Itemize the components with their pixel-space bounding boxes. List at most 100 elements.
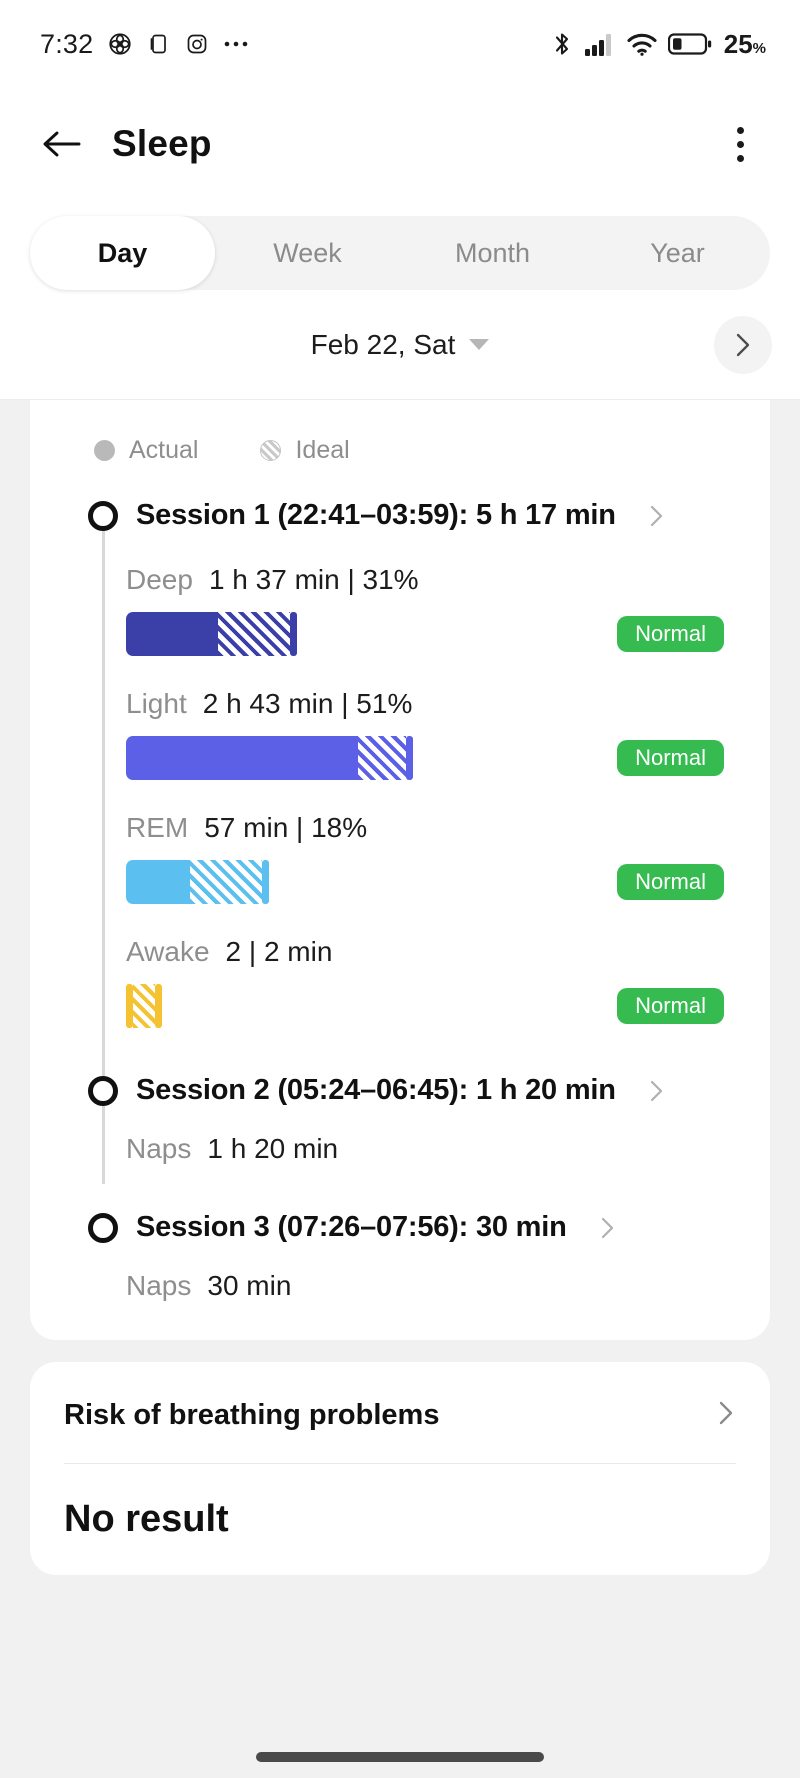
scroll-content[interactable]: Actual Ideal Session 1 (22:41–03:59): 5 … [0,400,800,1575]
period-tabs: Day Week Month Year [30,216,770,290]
stage-bar-light [126,736,413,780]
stage-row-rem: REM 57 min | 18% Normal [94,812,770,904]
sleep-sessions-card: Actual Ideal Session 1 (22:41–03:59): 5 … [30,400,770,1340]
stage-value-deep: 1 h 37 min | 31% [208,564,419,595]
bar-ideal-light [358,736,406,780]
bar-ideal-rem [190,860,262,904]
wifi-icon [626,31,658,57]
status-badge-deep: Normal [617,616,724,652]
stage-name-deep: Deep [126,564,193,595]
stage-value-awake: 2 | 2 min [225,936,333,967]
battery-unit: % [752,39,766,57]
stage-bar-row-awake: Normal [126,984,770,1028]
naps-value-2: 1 h 20 min [207,1133,339,1164]
legend-item-actual: Actual [94,436,198,465]
chevron-right-icon [716,1398,736,1433]
chevron-right-icon [648,1077,666,1105]
status-badge-light: Normal [617,740,724,776]
menu-dot [736,140,744,148]
naps-value-3: 30 min [207,1270,292,1301]
chevron-right-icon [736,333,750,356]
bar-ideal-endcap-rem [262,860,269,904]
bar-actual-deep [126,612,218,656]
tab-day[interactable]: Day [30,216,215,290]
stage-bar-deep [126,612,297,656]
bar-actual-light [126,736,358,780]
chart-legend: Actual Ideal [30,436,770,465]
gesture-bar[interactable] [0,1752,800,1762]
sessions-timeline: Session 1 (22:41–03:59): 5 h 17 min Deep… [30,499,770,1302]
bar-ideal-deep [218,612,290,656]
chevron-right-icon [648,502,666,530]
tabs-container: Day Week Month Year [0,200,800,290]
session-block-3: Session 3 (07:26–07:56): 30 min Naps 30 … [88,1211,770,1302]
stage-label-deep: Deep 1 h 37 min | 31% [126,564,770,596]
session-title-1: Session 1 (22:41–03:59): 5 h 17 min [136,499,616,531]
tab-month[interactable]: Month [400,216,585,290]
session-header-3[interactable]: Session 3 (07:26–07:56): 30 min [30,1211,770,1244]
stage-bar-rem [126,860,269,904]
timeline-node-icon [88,500,118,531]
battery-value: 25 [723,28,753,59]
menu-dot [736,154,744,162]
stage-row-light: Light 2 h 43 min | 51% Normal [94,688,770,780]
page-title: Sleep [112,123,212,164]
bluetooth-icon [550,30,574,58]
next-day-button[interactable] [714,315,772,374]
stage-value-light: 2 h 43 min | 51% [202,688,413,719]
legend-label-ideal: Ideal [295,436,350,464]
arrow-left-icon [43,131,81,157]
bar-ideal-endcap-awake [155,984,162,1028]
naps-label-3: Naps [126,1270,192,1301]
chevron-right-icon [599,1214,617,1242]
back-button[interactable] [30,112,94,176]
stage-label-light: Light 2 h 43 min | 51% [126,688,770,720]
ideal-swatch-icon [260,440,282,461]
bar-actual-endcap-awake [126,984,133,1028]
stage-label-rem: REM 57 min | 18% [126,812,770,844]
breathing-risk-card: Risk of breathing problems No result [30,1362,770,1575]
date-selector[interactable]: Feb 22, Sat [311,329,490,361]
battery-percentage: 25% [724,29,766,60]
breathing-risk-title: Risk of breathing problems [64,1399,440,1431]
session-header-1[interactable]: Session 1 (22:41–03:59): 5 h 17 min [30,499,770,532]
more-dots-icon [223,39,251,49]
tab-week[interactable]: Week [215,216,400,290]
session-header-2[interactable]: Session 2 (05:24–06:45): 1 h 20 min [30,1074,770,1107]
stage-row-deep: Deep 1 h 37 min | 31% Normal [94,564,770,656]
stage-row-awake: Awake 2 | 2 min Normal [94,936,770,1028]
status-badge-awake: Normal [617,988,724,1024]
bar-ideal-endcap-light [406,736,413,780]
stage-bar-awake [126,984,162,1028]
legend-label-actual: Actual [129,436,199,464]
session-block-2: Session 2 (05:24–06:45): 1 h 20 min Naps… [88,1074,770,1165]
overflow-menu-icon[interactable] [710,112,770,176]
legend-item-ideal: Ideal [260,436,350,465]
breathing-risk-header[interactable]: Risk of breathing problems [30,1362,770,1463]
status-bar: 7:32 25% [0,0,800,88]
status-badge-rem: Normal [617,864,724,900]
app-bar: Sleep [0,88,800,200]
phone-screen: 7:32 25% Sleep Day Week Month Year Feb 2… [0,0,800,1778]
breathing-risk-result: No result [64,1498,229,1540]
gesture-bar-handle [256,1752,544,1762]
menu-dot [736,126,744,134]
bar-ideal-awake [133,984,155,1028]
stage-name-rem: REM [126,812,189,843]
session-title-2: Session 2 (05:24–06:45): 1 h 20 min [136,1074,616,1106]
naps-row-2: Naps 1 h 20 min [94,1133,770,1165]
naps-label-2: Naps [126,1133,192,1164]
status-bar-left: 7:32 [40,29,251,60]
bar-actual-rem [126,860,190,904]
date-selector-row: Feb 22, Sat [0,290,800,400]
stage-bar-row-deep: Normal [126,612,770,656]
actual-swatch-icon [94,440,115,461]
session-title-3: Session 3 (07:26–07:56): 30 min [136,1211,567,1243]
stage-bar-row-rem: Normal [126,860,770,904]
chevron-down-icon [469,339,490,350]
timeline-node-icon [88,1075,118,1106]
stage-name-awake: Awake [126,936,210,967]
cellular-signal-icon [584,31,616,57]
tab-year[interactable]: Year [585,216,770,290]
stage-name-light: Light [126,688,187,719]
